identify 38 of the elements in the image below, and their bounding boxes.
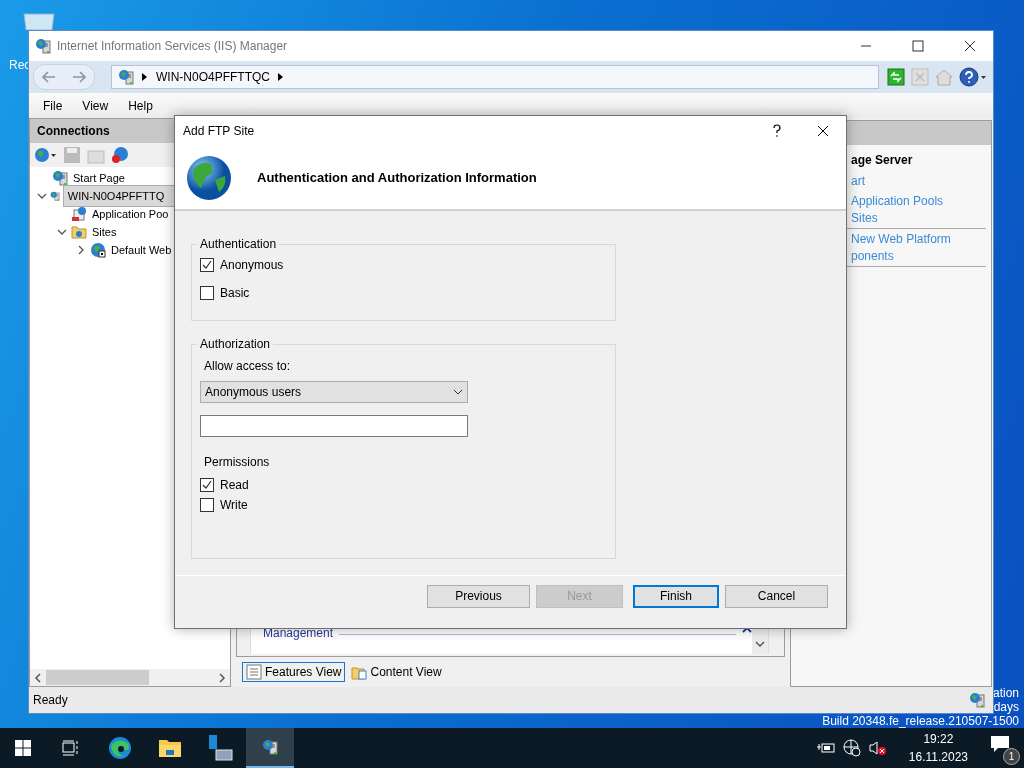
clock[interactable]: 19:22 16.11.2023 [894, 730, 982, 766]
checkbox-label: Read [220, 478, 249, 492]
menu-item[interactable]: View [72, 98, 119, 113]
field-label: Permissions [204, 455, 271, 469]
wizard-button[interactable]: Finish [633, 584, 719, 608]
status-text: Ready [33, 693, 68, 707]
tree-item[interactable]: Application Poo [90, 208, 171, 220]
window-title: Internet Information Services (IIS) Manager [57, 39, 289, 53]
group-header[interactable]: Management [263, 626, 334, 640]
wizard-button[interactable]: Previous [427, 584, 530, 608]
group-title: Authorization [199, 337, 272, 351]
checkbox-label: Basic [220, 286, 250, 300]
wizard-button[interactable]: Cancel [725, 584, 828, 608]
dialog-heading: Authentication and Authorization Information [257, 170, 537, 185]
action-link[interactable]: Application Pools [851, 194, 986, 208]
notification-badge: 1 [1003, 748, 1020, 765]
address-field[interactable]: WIN-N0O4PFFTTQC [111, 65, 879, 89]
tree-item[interactable]: Start Page [71, 172, 127, 184]
action-link[interactable]: ponents [851, 249, 986, 263]
tree-item[interactable]: Sites [90, 226, 119, 238]
actions-heading: age Server [851, 153, 914, 167]
clock-time: 19:22 [923, 731, 954, 748]
activation-text: Build 20348.fe_release.210507-1500 [822, 714, 1019, 728]
field-label: Allow access to: [204, 359, 292, 373]
action-link[interactable]: Sites [851, 211, 986, 225]
activation-text: days [993, 700, 1019, 714]
breadcrumb-item[interactable]: WIN-N0O4PFFTTQC [156, 70, 270, 84]
activation-text: ation [992, 686, 1019, 700]
view-tab[interactable]: Features View [242, 662, 346, 682]
clock-date: 16.11.2023 [908, 749, 968, 766]
access-dropdown[interactable]: Anonymous users [200, 381, 468, 403]
checkbox-label: Write [220, 498, 248, 512]
menu-item[interactable]: Help [118, 98, 163, 113]
view-tab[interactable]: Content View [347, 662, 446, 682]
group-title: Authentication [199, 237, 278, 251]
tree-item[interactable]: Default Web [109, 244, 174, 256]
menu-item[interactable]: File [33, 98, 73, 113]
checkbox-label: Anonymous [220, 258, 284, 272]
